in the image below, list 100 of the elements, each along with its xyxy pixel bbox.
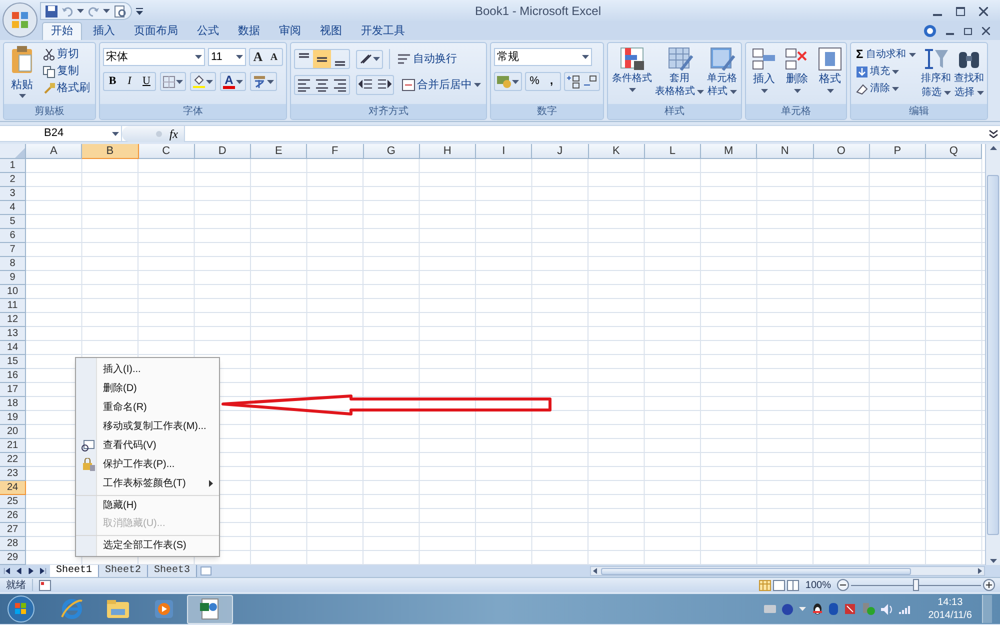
row-header[interactable]: 14 [0,341,26,355]
column-header[interactable]: F [307,144,364,159]
column-header[interactable]: P [870,144,926,159]
shrink-font-button[interactable]: A [266,49,282,65]
ribbon-tab[interactable]: 数据 [230,22,268,40]
menu-item[interactable]: 移动或复制工作表(M)... [76,417,219,436]
sheet-tab[interactable]: Sheet1 [50,565,100,577]
row-header[interactable]: 5 [0,215,26,229]
column-header[interactable]: E [251,144,308,159]
grow-font-button[interactable]: A [250,49,266,65]
row-header[interactable]: 29 [0,551,26,565]
row-header[interactable]: 27 [0,523,26,537]
find-select-button[interactable]: 查找和 选择 [954,46,984,104]
row-header[interactable]: 1 [0,159,26,173]
column-header[interactable]: B [82,144,138,159]
cell-grid[interactable] [26,159,985,565]
font-name-field[interactable]: 宋体 [103,48,205,66]
column-header[interactable]: H [420,144,476,159]
autosum-button[interactable]: Σ 自动求和 [854,46,918,63]
column-header[interactable]: G [364,144,420,159]
menu-item[interactable]: 重命名(R) [76,398,219,417]
sheet-tab[interactable]: Sheet3 [148,565,198,577]
ribbon-tab[interactable]: 开始 [42,22,82,40]
fill-button[interactable]: 填充 [854,63,918,80]
row-header[interactable]: 10 [0,285,26,299]
fill-color-button[interactable] [190,72,216,91]
currency-button[interactable] [494,72,522,91]
italic-button[interactable]: I [121,73,138,90]
column-header[interactable]: J [532,144,588,159]
row-header[interactable]: 12 [0,313,26,327]
row-header[interactable]: 20 [0,425,26,439]
menu-item[interactable]: 插入(I)... [76,360,219,379]
column-header[interactable]: D [194,144,251,159]
format-painter-button[interactable]: 格式刷 [41,80,92,97]
bold-button[interactable]: B [104,73,121,90]
row-header[interactable]: 15 [0,355,26,369]
slider-thumb[interactable] [913,579,919,591]
column-header[interactable]: A [26,144,82,159]
row-header[interactable]: 8 [0,257,26,271]
sort-filter-button[interactable]: 排序和 筛选 [921,46,952,104]
ribbon-tab[interactable]: 插入 [85,22,123,40]
row-header[interactable]: 24 [0,481,26,495]
font-size-field[interactable]: 11 [208,48,246,66]
comma-button[interactable]: , [543,73,560,90]
row-header[interactable]: 9 [0,271,26,285]
ribbon-tab[interactable]: 审阅 [271,22,309,40]
column-header[interactable]: C [138,144,195,159]
row-header[interactable]: 22 [0,453,26,467]
sheet-tab[interactable]: Sheet2 [99,565,148,577]
ribbon-tab[interactable]: 视图 [312,22,350,40]
row-header[interactable]: 28 [0,537,26,551]
merge-center-button[interactable]: 合并后居中 [400,76,483,94]
row-header[interactable]: 23 [0,467,26,481]
row-header[interactable]: 18 [0,397,26,411]
row-header[interactable]: 11 [0,299,26,313]
style-button[interactable]: 单元格 样式 [706,46,738,104]
percent-button[interactable]: % [526,73,543,90]
vertical-scrollbar[interactable] [985,144,1000,565]
row-header[interactable]: 4 [0,201,26,215]
column-header[interactable]: L [644,144,701,159]
zoom-slider[interactable] [851,579,981,591]
column-header[interactable]: I [476,144,532,159]
phonetic-button[interactable] [250,72,277,91]
column-header[interactable]: O [814,144,870,159]
row-header[interactable]: 13 [0,327,26,341]
row-header[interactable]: 7 [0,243,26,257]
row-header[interactable]: 21 [0,439,26,453]
ribbon-tab[interactable]: 公式 [189,22,227,40]
insert-function-button[interactable]: fx [169,124,178,142]
row-header[interactable]: 2 [0,173,26,187]
menu-item[interactable]: 选定全部工作表(S) [76,535,219,554]
ribbon-tab[interactable]: 页面布局 [126,22,186,40]
paste-button[interactable]: 粘贴 [7,46,37,104]
cell-button[interactable]: 删除 [784,46,810,104]
name-box[interactable]: B24 [0,126,122,142]
row-header[interactable]: 3 [0,187,26,201]
number-format-field[interactable]: 常规 [494,48,592,66]
row-header[interactable]: 6 [0,229,26,243]
copy-button[interactable]: 复制 [41,63,92,80]
column-header[interactable]: Q [926,144,982,159]
vertical-align-button[interactable] [313,50,331,68]
underline-button[interactable]: U [138,73,155,90]
cut-button[interactable]: 剪切 [41,46,92,63]
menu-item[interactable]: 保护工作表(P)... [76,455,219,474]
menu-item[interactable]: 工作表标签颜色(T) [76,474,219,493]
row-header[interactable]: 19 [0,411,26,425]
column-header[interactable]: K [588,144,645,159]
menu-item[interactable]: 查看代码(V) [76,436,219,455]
cell-button[interactable]: 格式 [817,46,843,104]
column-header[interactable]: M [701,144,758,159]
row-header[interactable]: 25 [0,495,26,509]
row-header[interactable]: 17 [0,383,26,397]
menu-item[interactable]: 删除(D) [76,379,219,398]
cell-button[interactable]: 插入 [751,46,777,104]
row-header[interactable]: 26 [0,509,26,523]
style-button[interactable]: 套用 表格格式 [654,46,705,104]
wrap-text-button[interactable]: 自动换行 [396,50,459,68]
row-header[interactable]: 16 [0,369,26,383]
menu-item[interactable]: 隐藏(H) [76,495,219,514]
taskbar-app[interactable] [187,594,233,624]
